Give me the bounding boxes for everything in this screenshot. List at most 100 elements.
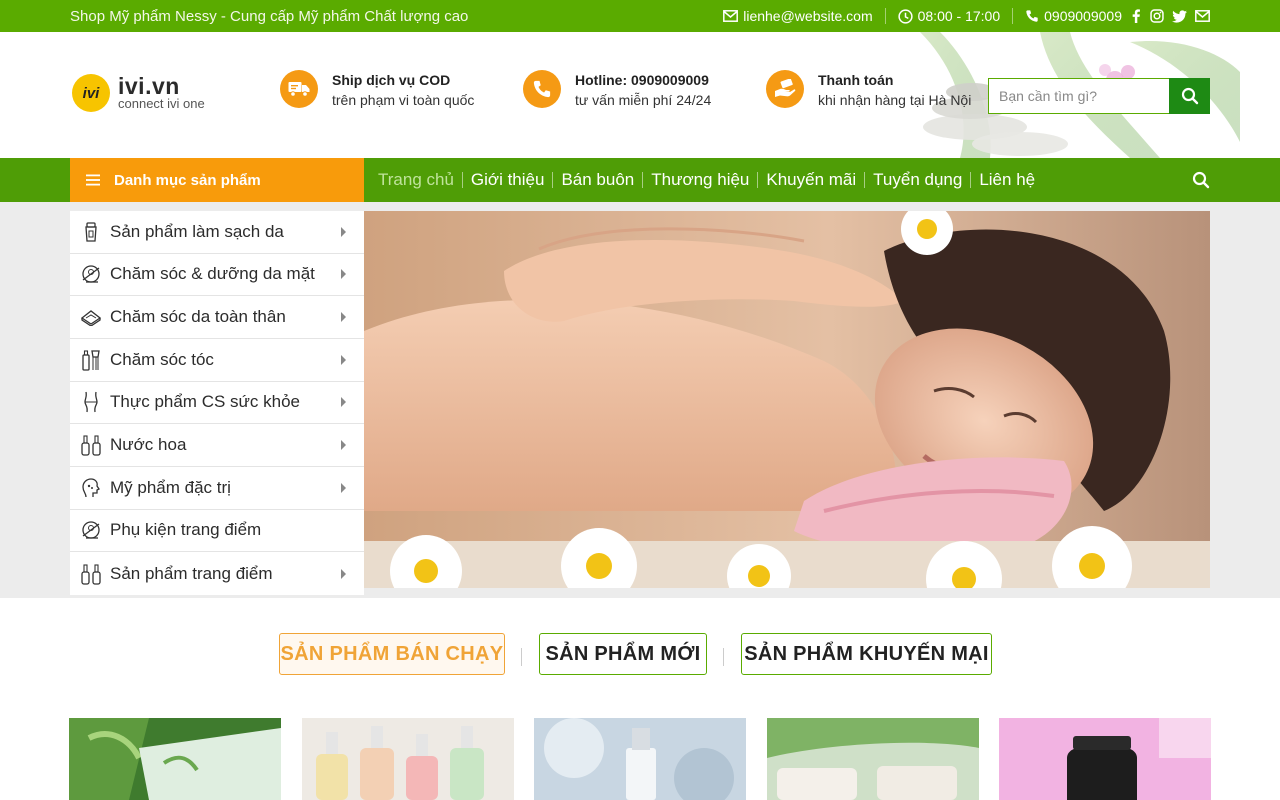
hero-banner-image[interactable] (364, 211, 1210, 588)
header-search (988, 78, 1210, 114)
product-image (69, 718, 281, 800)
nav-item-careers[interactable]: Tuyển dụng (865, 170, 970, 190)
envelope-icon[interactable] (1195, 10, 1210, 22)
nav-item-about[interactable]: Giới thiệu (463, 170, 553, 190)
product-card[interactable] (999, 718, 1211, 800)
hours-text: 08:00 - 17:00 (917, 8, 1001, 24)
facebook-icon[interactable] (1130, 9, 1142, 23)
sidebar-item-body-care[interactable]: Chăm sóc da toàn thân (70, 296, 364, 339)
feature-title: Hotline: 0909009009 (575, 72, 709, 88)
nav-item-contact[interactable]: Liên hệ (971, 170, 1043, 190)
feature-subtitle: trên phạm vi toàn quốc (332, 92, 475, 108)
perfume-bottles-icon (80, 434, 102, 456)
sidebar-item-label: Sản phẩm trang điểm (110, 563, 273, 583)
sidebar-item-makeup[interactable]: Sản phẩm trang điểm (70, 552, 364, 595)
logo-subtitle: connect ivi one (118, 96, 205, 111)
email-link[interactable]: lienhe@website.com (723, 8, 873, 24)
product-image (999, 718, 1211, 800)
tab-best-sellers[interactable]: SẢN PHẨM BÁN CHẠY (279, 633, 505, 675)
spa-massage-illustration (364, 211, 1210, 588)
feature-payment: Thanh toán khi nhận hàng tại Hà Nội (766, 70, 971, 111)
top-bar: Shop Mỹ phẩm Nessy - Cung cấp Mỹ phẩm Ch… (0, 0, 1280, 32)
sidebar-item-face-care[interactable]: Chăm sóc & dưỡng da mặt (70, 254, 364, 297)
hours-info: 08:00 - 17:00 (897, 8, 1001, 24)
search-button[interactable] (1169, 78, 1210, 114)
makeup-mirror-icon (80, 519, 102, 541)
nav-menu: Trang chủ Giới thiệu Bán buôn Thương hiệ… (370, 158, 1043, 202)
email-text: lienhe@website.com (743, 8, 873, 24)
product-card[interactable] (302, 718, 514, 800)
feature-subtitle: khi nhận hàng tại Hà Nội (818, 92, 972, 108)
sidebar-item-label: Nước hoa (110, 435, 187, 455)
sidebar-item-label: Phụ kiện trang điểm (110, 520, 262, 540)
feature-shipping: Ship dịch vụ COD trên phạm vi toàn quốc (280, 70, 474, 111)
nav-item-brands[interactable]: Thương hiệu (643, 170, 757, 190)
chevron-right-icon (341, 269, 346, 280)
sidebar-item-health-food[interactable]: Thực phẩm CS sức khỏe (70, 382, 364, 425)
nav-item-home[interactable]: Trang chủ (370, 170, 462, 190)
sidebar-item-label: Chăm sóc & dưỡng da mặt (110, 264, 315, 284)
category-sidebar: Sản phẩm làm sạch da Chăm sóc & dưỡng da… (70, 211, 364, 595)
clock-icon (897, 8, 913, 24)
search-input[interactable] (988, 78, 1169, 114)
twitter-icon[interactable] (1172, 9, 1187, 23)
face-care-icon (80, 263, 102, 285)
payment-hand-icon (766, 70, 804, 108)
site-tagline: Shop Mỹ phẩm Nessy - Cung cấp Mỹ phẩm Ch… (70, 7, 469, 25)
phone-text: 0909009009 (1044, 8, 1122, 24)
sidebar-item-treatment[interactable]: Mỹ phẩm đặc trị (70, 467, 364, 510)
treatment-face-icon (80, 477, 102, 499)
feature-subtitle: tư vấn miễn phí 24/24 (575, 92, 712, 108)
logo-name: ivi.vn (118, 73, 180, 99)
delivery-truck-icon (280, 70, 318, 108)
hair-care-icon (80, 349, 102, 371)
divider (884, 8, 886, 24)
search-icon[interactable] (1192, 171, 1210, 189)
logo-mark: ivi (72, 74, 110, 112)
instagram-icon[interactable] (1150, 9, 1164, 23)
product-card[interactable] (534, 718, 746, 800)
body-shape-icon (80, 391, 102, 413)
phone-icon (523, 70, 561, 108)
tab-divider (723, 648, 724, 666)
sidebar-item-accessories[interactable]: Phụ kiện trang điểm (70, 510, 364, 553)
hamburger-icon (86, 174, 100, 186)
phone-link[interactable]: 0909009009 (1025, 8, 1122, 24)
product-card[interactable] (767, 718, 979, 800)
chevron-right-icon (341, 568, 346, 579)
sidebar-item-hair-care[interactable]: Chăm sóc tóc (70, 339, 364, 382)
sidebar-item-perfume[interactable]: Nước hoa (70, 424, 364, 467)
product-image (767, 718, 979, 800)
cleanser-tube-icon (80, 221, 102, 243)
main-nav: Danh mục sản phẩm Trang chủ Giới thiệu B… (0, 158, 1280, 202)
nav-item-wholesale[interactable]: Bán buôn (553, 170, 642, 190)
chevron-right-icon (341, 397, 346, 408)
chevron-right-icon (341, 312, 346, 323)
chevron-right-icon (341, 440, 346, 451)
tab-new-products[interactable]: SẢN PHẨM MỚI (539, 633, 707, 675)
feature-title: Ship dịch vụ COD (332, 72, 451, 88)
feature-hotline: Hotline: 0909009009 tư vấn miễn phí 24/2… (523, 70, 711, 111)
social-links (1130, 9, 1210, 23)
product-image (534, 718, 746, 800)
product-image (302, 718, 514, 800)
tab-promotions[interactable]: SẢN PHẨM KHUYẾN MẠI (741, 633, 992, 675)
soap-bar-icon (80, 306, 102, 328)
envelope-icon (723, 10, 739, 22)
product-card[interactable] (69, 718, 281, 800)
sidebar-item-label: Chăm sóc tóc (110, 349, 214, 369)
sidebar-item-cleansing[interactable]: Sản phẩm làm sạch da (70, 211, 364, 254)
product-tabs: SẢN PHẨM BÁN CHẠY SẢN PHẨM MỚI SẢN PHẨM … (0, 632, 1280, 676)
category-menu-button[interactable]: Danh mục sản phẩm (70, 158, 364, 202)
chevron-right-icon (341, 482, 346, 493)
sidebar-item-label: Sản phẩm làm sạch da (110, 221, 284, 241)
site-logo[interactable]: ivi ivi.vn connect ivi one (72, 74, 205, 112)
sidebar-item-label: Thực phẩm CS sức khỏe (110, 392, 300, 412)
category-menu-label: Danh mục sản phẩm (114, 171, 261, 189)
sidebar-item-label: Mỹ phẩm đặc trị (110, 477, 231, 497)
chevron-right-icon (341, 226, 346, 237)
nail-polish-icon (80, 563, 102, 585)
nav-item-promotions[interactable]: Khuyến mãi (758, 170, 864, 190)
tab-divider (521, 648, 522, 666)
chevron-right-icon (341, 354, 346, 365)
